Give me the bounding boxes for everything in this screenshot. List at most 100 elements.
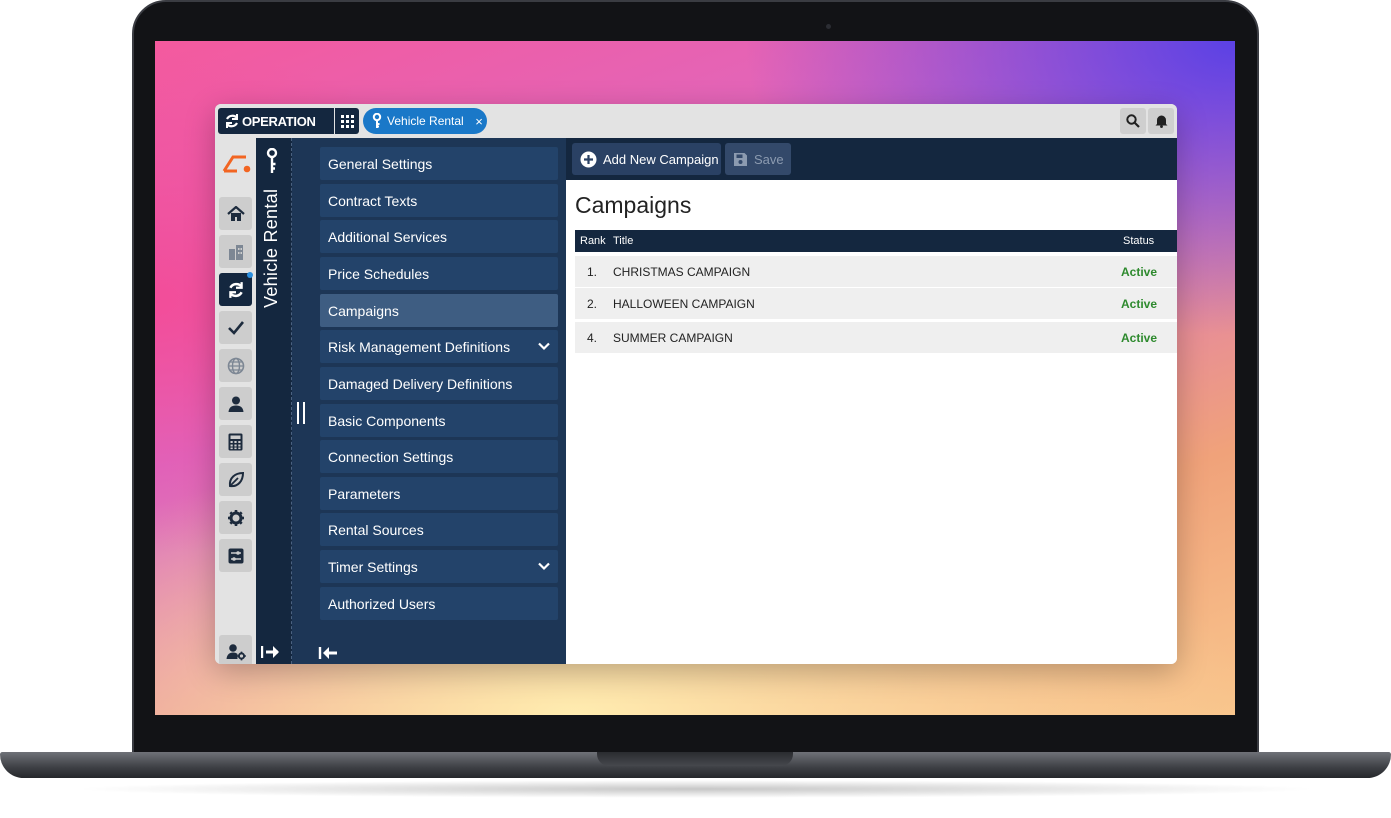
status-badge: Active xyxy=(1121,331,1158,345)
row-rank: 2. xyxy=(587,297,598,311)
row-rank: 1. xyxy=(587,265,598,279)
check-icon xyxy=(227,320,244,335)
row-title: HALLOWEEN CAMPAIGN xyxy=(613,297,755,311)
laptop-mockup: OPERATION Vehicle Rental × Vehicle Renta… xyxy=(0,0,1391,818)
building-icon xyxy=(228,244,243,260)
add-new-campaign-button[interactable]: Add New Campaign xyxy=(572,143,721,175)
nav-buildings[interactable] xyxy=(219,235,252,268)
app-window: OPERATION Vehicle Rental × Vehicle Renta… xyxy=(215,104,1177,664)
toolbar: Add New Campaign Save xyxy=(566,138,1177,180)
nav-settings[interactable] xyxy=(219,501,252,534)
top-bar: OPERATION Vehicle Rental × xyxy=(215,104,1177,138)
menu-item-rental-sources[interactable]: Rental Sources xyxy=(320,513,558,546)
table-row[interactable]: 4. SUMMER CAMPAIGN Active xyxy=(575,322,1177,353)
menu-item-damaged-delivery[interactable]: Damaged Delivery Definitions xyxy=(320,367,558,400)
globe-icon xyxy=(227,357,244,374)
key-icon xyxy=(372,113,382,128)
menu-item-label: Parameters xyxy=(328,485,401,502)
plus-circle-icon xyxy=(580,151,597,167)
nav-preferences[interactable] xyxy=(219,539,252,572)
company-logo-icon xyxy=(222,155,251,173)
menu-item-label: Price Schedules xyxy=(328,265,430,282)
column-header-status[interactable]: Status xyxy=(1123,235,1154,247)
add-button-label: Add New Campaign xyxy=(603,151,719,167)
sign-out-icon[interactable] xyxy=(261,644,281,660)
notifications-button[interactable] xyxy=(1148,108,1174,134)
menu-item-label: General Settings xyxy=(328,155,433,172)
menu-item-price-schedules[interactable]: Price Schedules xyxy=(320,257,558,290)
collapse-icon[interactable] xyxy=(318,645,338,661)
tab-label: Vehicle Rental xyxy=(387,114,464,128)
menu-item-label: Connection Settings xyxy=(328,448,454,465)
icon-rail xyxy=(215,138,256,664)
save-button[interactable]: Save xyxy=(725,143,791,175)
menu-item-general-settings[interactable]: General Settings xyxy=(320,147,558,180)
table-row[interactable]: 2. HALLOWEEN CAMPAIGN Active xyxy=(575,288,1177,319)
menu-item-label: Authorized Users xyxy=(328,595,436,612)
chevron-down-icon xyxy=(538,342,550,351)
key-icon xyxy=(266,148,278,173)
menu-item-label: Basic Components xyxy=(328,412,446,429)
status-badge: Active xyxy=(1121,265,1158,279)
nav-accounting[interactable] xyxy=(219,425,252,458)
column-header-rank[interactable]: Rank xyxy=(580,235,606,247)
menu-item-connection-settings[interactable]: Connection Settings xyxy=(320,440,558,473)
chevron-down-icon xyxy=(538,562,550,571)
tab-vehicle-rental[interactable]: Vehicle Rental × xyxy=(363,108,487,134)
calculator-icon xyxy=(228,433,243,450)
menu-item-label: Timer Settings xyxy=(328,558,418,575)
menu-item-basic-components[interactable]: Basic Components xyxy=(320,404,558,437)
apps-grid-icon xyxy=(340,114,354,128)
module-title: Vehicle Rental xyxy=(261,188,281,308)
nav-users[interactable] xyxy=(219,387,252,420)
nav-home[interactable] xyxy=(219,197,252,230)
table-header: Rank Title Status xyxy=(575,230,1177,252)
page-title: Campaigns xyxy=(575,192,692,218)
bell-icon xyxy=(1155,115,1167,128)
save-button-label: Save xyxy=(754,151,784,167)
user-settings-icon xyxy=(226,643,246,660)
sync-icon xyxy=(228,281,243,298)
nav-environment[interactable] xyxy=(219,463,252,496)
camera xyxy=(826,24,831,29)
close-icon[interactable]: × xyxy=(471,114,487,129)
status-badge: Active xyxy=(1121,297,1158,311)
gear-icon xyxy=(227,509,244,526)
save-icon xyxy=(734,152,747,166)
row-title: SUMMER CAMPAIGN xyxy=(613,331,733,345)
table-row[interactable]: 1. CHRISTMAS CAMPAIGN Active xyxy=(575,256,1177,287)
column-header-title[interactable]: Title xyxy=(613,235,633,247)
menu-item-campaigns[interactable]: Campaigns xyxy=(320,294,558,327)
nav-tasks[interactable] xyxy=(219,311,252,344)
nav-operation[interactable] xyxy=(219,272,253,306)
menu-item-timer-settings[interactable]: Timer Settings xyxy=(320,550,558,583)
menu-item-contract-texts[interactable]: Contract Texts xyxy=(320,184,558,217)
menu-item-authorized-users[interactable]: Authorized Users xyxy=(320,587,558,620)
settings-menu: General Settings Contract Texts Addition… xyxy=(292,138,566,664)
menu-item-label: Additional Services xyxy=(328,228,448,245)
operation-logo-icon xyxy=(226,114,238,128)
leaf-icon xyxy=(228,471,244,487)
resize-handle[interactable] xyxy=(297,402,305,424)
nav-user-settings[interactable] xyxy=(219,635,252,664)
search-icon xyxy=(1126,114,1140,128)
laptop-notch xyxy=(597,752,793,766)
menu-item-risk-management[interactable]: Risk Management Definitions xyxy=(320,330,558,363)
home-icon xyxy=(226,205,245,221)
search-button[interactable] xyxy=(1120,108,1146,134)
brand-label: OPERATION xyxy=(242,113,316,129)
apps-grid-button[interactable] xyxy=(335,108,359,134)
laptop-screen: OPERATION Vehicle Rental × Vehicle Renta… xyxy=(155,41,1235,715)
menu-item-label: Rental Sources xyxy=(328,521,424,538)
module-strip: Vehicle Rental xyxy=(256,138,292,664)
menu-item-label: Campaigns xyxy=(328,302,399,319)
menu-item-additional-services[interactable]: Additional Services xyxy=(320,220,558,253)
main-panel: Add New Campaign Save Campaigns Rank Tit… xyxy=(566,138,1177,664)
user-icon xyxy=(228,396,243,412)
nav-web[interactable] xyxy=(219,349,252,382)
menu-item-parameters[interactable]: Parameters xyxy=(320,477,558,510)
notification-dot xyxy=(247,272,253,278)
operation-menu-button[interactable]: OPERATION xyxy=(218,108,334,134)
menu-item-label: Contract Texts xyxy=(328,192,418,209)
menu-item-label: Risk Management Definitions xyxy=(328,338,511,355)
